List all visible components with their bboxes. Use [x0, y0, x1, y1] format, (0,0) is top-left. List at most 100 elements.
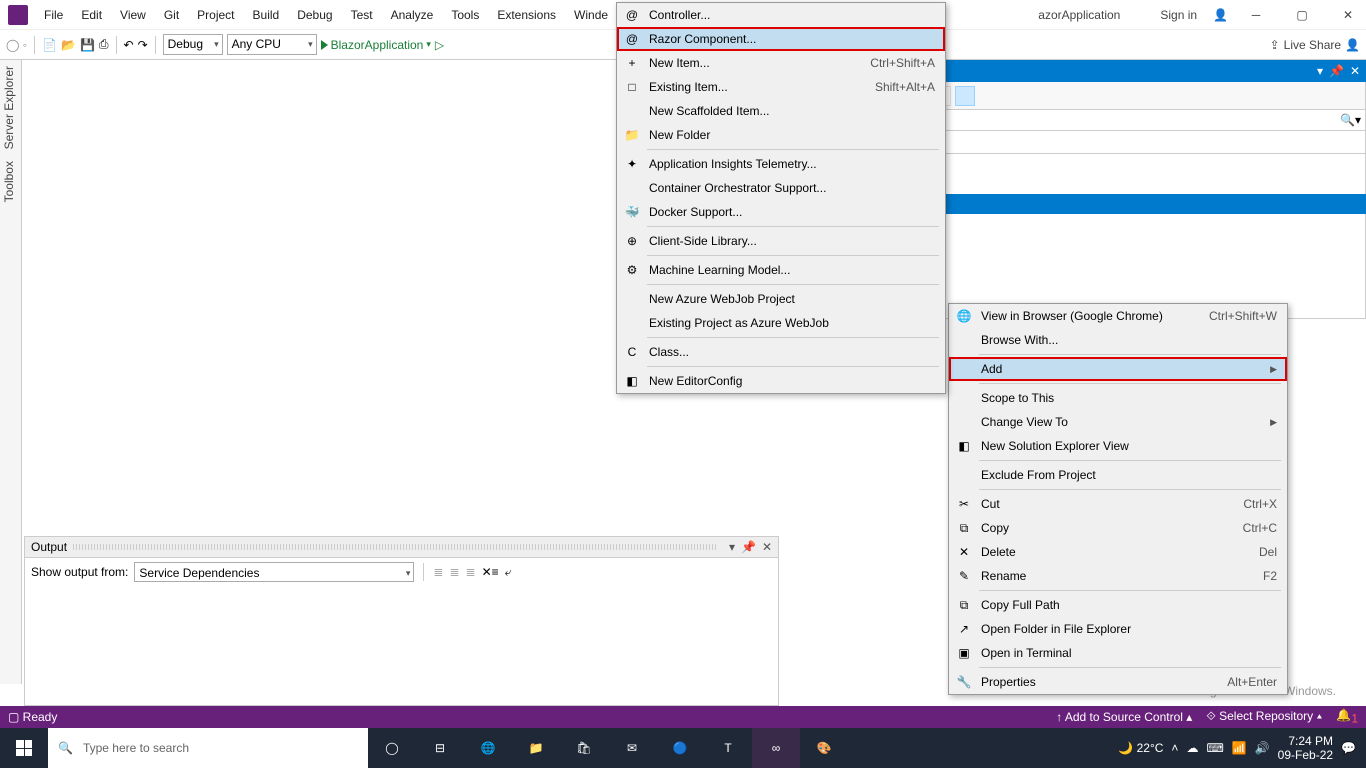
explorer-icon[interactable]: 📁 — [512, 728, 560, 768]
menu-item[interactable]: Container Orchestrator Support... — [617, 176, 945, 200]
menu-debug[interactable]: Debug — [289, 4, 340, 26]
output-source-combo[interactable]: Service Dependencies — [134, 562, 414, 582]
indent-icon[interactable]: ≣ — [449, 565, 459, 579]
menu-item[interactable]: ▣Open in Terminal — [949, 641, 1287, 665]
platform-combo[interactable]: Any CPU — [227, 34, 317, 55]
menu-item[interactable]: Change View To▶ — [949, 410, 1287, 434]
menu-project[interactable]: Project — [189, 4, 242, 26]
menu-build[interactable]: Build — [245, 4, 288, 26]
menu-item[interactable]: Exclude From Project — [949, 463, 1287, 487]
source-control-button[interactable]: ↑ Add to Source Control ▴ — [1056, 710, 1192, 724]
menu-item[interactable]: ✎RenameF2 — [949, 564, 1287, 588]
menu-item[interactable]: Browse With... — [949, 328, 1287, 352]
menu-file[interactable]: File — [36, 4, 71, 26]
mail-icon[interactable]: ✉ — [608, 728, 656, 768]
menu-tools[interactable]: Tools — [443, 4, 487, 26]
open-icon[interactable]: 📂 — [61, 38, 76, 52]
search-icon[interactable]: 🔍▾ — [1340, 113, 1361, 127]
menu-item[interactable]: ✦Application Insights Telemetry... — [617, 152, 945, 176]
repo-button[interactable]: ⟐ Select Repository ▴ — [1206, 709, 1322, 724]
menu-item[interactable]: □Existing Item...Shift+Alt+A — [617, 75, 945, 99]
paint-icon[interactable]: 🎨 — [800, 728, 848, 768]
config-combo[interactable]: Debug — [163, 34, 223, 55]
menu-item[interactable]: ◧New EditorConfig — [617, 369, 945, 393]
menu-item[interactable]: New Scaffolded Item... — [617, 99, 945, 123]
indent-icon[interactable]: ≣ — [466, 565, 476, 579]
dropdown-icon[interactable]: ▾ — [1317, 64, 1323, 78]
menu-item[interactable]: ◧New Solution Explorer View — [949, 434, 1287, 458]
liveshare-button[interactable]: Live Share — [1284, 38, 1341, 52]
close-button[interactable]: ✕ — [1330, 0, 1366, 30]
pin-icon[interactable]: 📌 — [741, 540, 756, 554]
menu-git[interactable]: Git — [156, 4, 187, 26]
menu-item[interactable]: ✕DeleteDel — [949, 540, 1287, 564]
menu-item[interactable]: ⊕Client-Side Library... — [617, 229, 945, 253]
indent-icon[interactable]: ≣ — [433, 565, 443, 579]
nav-back-icon[interactable]: ◯ ◦ — [6, 38, 27, 52]
menu-item[interactable]: @Controller... — [617, 3, 945, 27]
menu-extensions[interactable]: Extensions — [489, 4, 564, 26]
menu-item[interactable]: New Azure WebJob Project — [617, 287, 945, 311]
menu-item[interactable]: ⧉Copy Full Path — [949, 593, 1287, 617]
store-icon[interactable]: 🛍 — [560, 728, 608, 768]
teams-icon[interactable]: T — [704, 728, 752, 768]
chrome-icon[interactable]: 🔵 — [656, 728, 704, 768]
tray-up-icon[interactable]: ˄ — [1171, 741, 1178, 755]
cortana-icon[interactable]: ◯ — [368, 728, 416, 768]
menu-item[interactable]: ⧉CopyCtrl+C — [949, 516, 1287, 540]
menu-item[interactable]: Scope to This — [949, 386, 1287, 410]
toolbox-tab[interactable]: Toolbox — [0, 155, 18, 208]
taskbar-search[interactable]: 🔍Type here to search — [48, 728, 368, 768]
menu-item[interactable]: ⚙Machine Learning Model... — [617, 258, 945, 282]
weather-icon[interactable]: 🌙 22°C — [1118, 741, 1163, 755]
preview-icon[interactable] — [955, 86, 975, 106]
menu-item[interactable]: CClass... — [617, 340, 945, 364]
menu-item[interactable]: +New Item...Ctrl+Shift+A — [617, 51, 945, 75]
clear-icon[interactable]: ✕≡ — [482, 565, 499, 579]
edge-icon[interactable]: 🌐 — [464, 728, 512, 768]
notifications-icon[interactable]: 💬 — [1341, 741, 1356, 755]
menu-analyze[interactable]: Analyze — [383, 4, 442, 26]
menu-edit[interactable]: Edit — [73, 4, 110, 26]
clock[interactable]: 7:24 PM09-Feb-22 — [1278, 734, 1333, 763]
menu-label: New Azure WebJob Project — [649, 292, 935, 306]
menu-view[interactable]: View — [112, 4, 154, 26]
lang-icon[interactable]: ⌨ — [1206, 741, 1223, 755]
wrap-icon[interactable]: ⤶ — [505, 565, 512, 580]
menu-item[interactable]: ✂CutCtrl+X — [949, 492, 1287, 516]
close-panel-icon[interactable]: ✕ — [1350, 64, 1360, 78]
wifi-icon[interactable]: 📶 — [1232, 741, 1247, 755]
menu-test[interactable]: Test — [343, 4, 381, 26]
user-icon[interactable]: 👤 — [1213, 8, 1228, 22]
taskview-icon[interactable]: ⊟ — [416, 728, 464, 768]
menu-window[interactable]: Winde — [566, 4, 616, 26]
close-icon[interactable]: ✕ — [762, 540, 772, 554]
menu-item[interactable]: Add▶ — [949, 357, 1287, 381]
menu-item[interactable]: 🐳Docker Support... — [617, 200, 945, 224]
server-explorer-tab[interactable]: Server Explorer — [0, 60, 18, 155]
menu-item[interactable]: 🌐View in Browser (Google Chrome)Ctrl+Shi… — [949, 304, 1287, 328]
volume-icon[interactable]: 🔊 — [1255, 741, 1270, 755]
pin-icon[interactable]: 📌 — [1329, 64, 1344, 78]
minimize-button[interactable]: ─ — [1238, 0, 1274, 30]
save-icon[interactable]: 💾 — [80, 38, 95, 52]
signin-button[interactable]: Sign in — [1160, 8, 1197, 22]
vs-icon[interactable]: ∞ — [752, 728, 800, 768]
menu-item[interactable]: Existing Project as Azure WebJob — [617, 311, 945, 335]
admin-icon[interactable]: 👤 — [1345, 38, 1360, 52]
onedrive-icon[interactable]: ☁ — [1186, 741, 1198, 755]
menu-item[interactable]: 📁New Folder — [617, 123, 945, 147]
new-project-icon[interactable]: 📄 — [42, 38, 57, 52]
undo-icon[interactable]: ↶ — [124, 38, 134, 52]
menu-item[interactable]: 🔧PropertiesAlt+Enter — [949, 670, 1287, 694]
save-all-icon[interactable]: ⎙ — [99, 37, 109, 52]
maximize-button[interactable]: ▢ — [1284, 0, 1320, 30]
run-without-debug-icon[interactable]: ▷ — [435, 38, 444, 52]
menu-item[interactable]: ↗Open Folder in File Explorer — [949, 617, 1287, 641]
menu-item[interactable]: @Razor Component... — [617, 27, 945, 51]
run-button[interactable]: BlazorApplication▾ — [321, 38, 431, 52]
start-button[interactable] — [0, 728, 48, 768]
dropdown-icon[interactable]: ▾ — [729, 540, 735, 554]
redo-icon[interactable]: ↷ — [138, 38, 148, 52]
notification-icon[interactable]: 🔔1 — [1336, 708, 1358, 725]
